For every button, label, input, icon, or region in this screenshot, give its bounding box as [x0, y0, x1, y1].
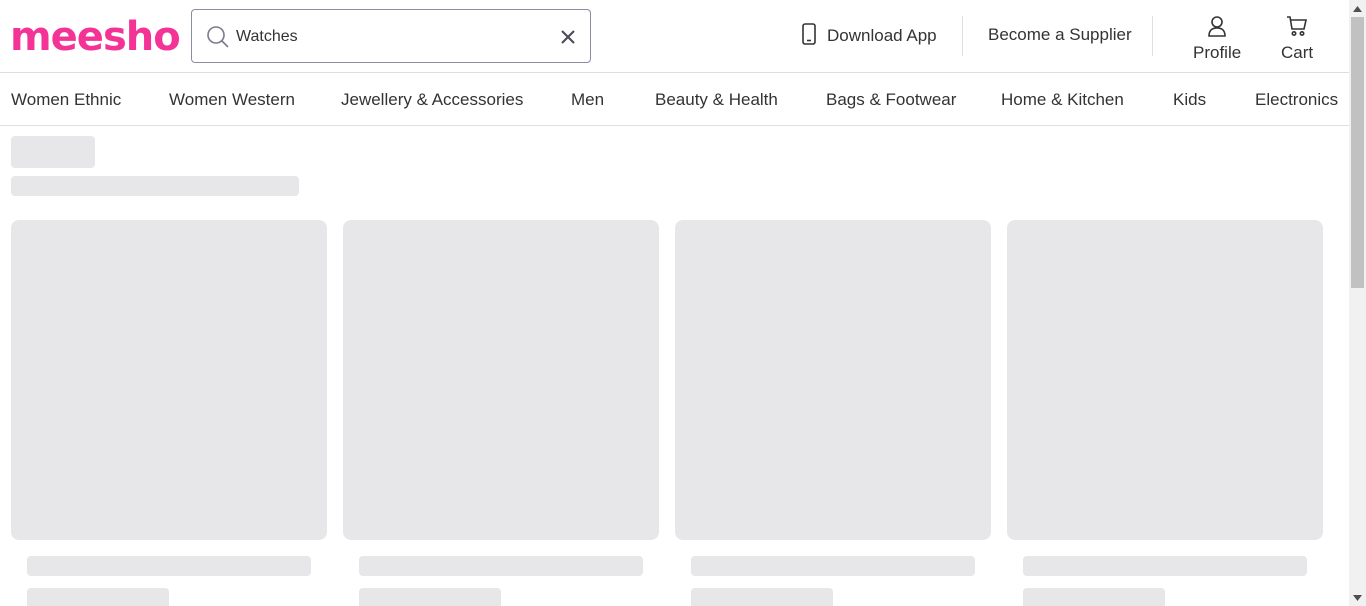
skeleton-product-image	[675, 220, 991, 540]
skeleton-product-name	[359, 556, 643, 576]
download-app-link[interactable]: Download App	[801, 22, 937, 50]
scroll-up-arrow-icon[interactable]	[1349, 0, 1366, 17]
nav-item-bags-footwear[interactable]: Bags & Footwear	[826, 90, 956, 110]
skeleton-product-name	[691, 556, 975, 576]
skeleton-product-price	[359, 588, 501, 606]
header-divider	[1152, 16, 1153, 56]
top-header: meesho Download App Become a Supplie	[0, 0, 1349, 73]
nav-item-beauty-health[interactable]: Beauty & Health	[655, 90, 778, 110]
nav-item-women-ethnic[interactable]: Women Ethnic	[11, 90, 121, 110]
skeleton-product-price	[691, 588, 833, 606]
category-nav: Women Ethnic Women Western Jewellery & A…	[0, 73, 1349, 126]
header-divider	[962, 16, 963, 56]
skeleton-product-name	[27, 556, 311, 576]
search-input[interactable]	[236, 24, 546, 50]
skeleton-product-price	[27, 588, 169, 606]
profile-label: Profile	[1193, 43, 1242, 62]
meesho-logo[interactable]: meesho	[10, 12, 181, 62]
search-box[interactable]	[191, 9, 591, 63]
skeleton-product-name	[1023, 556, 1307, 576]
nav-item-kids[interactable]: Kids	[1173, 90, 1206, 110]
logo-text: meesho	[10, 14, 181, 60]
supplier-label: Become a Supplier	[988, 25, 1132, 44]
nav-item-men[interactable]: Men	[571, 90, 604, 110]
nav-item-electronics[interactable]: Electronics	[1255, 90, 1338, 110]
scrollbar-thumb[interactable]	[1351, 17, 1364, 288]
scroll-down-arrow-icon[interactable]	[1349, 589, 1366, 606]
cart-label: Cart	[1281, 43, 1314, 62]
mobile-phone-icon	[801, 22, 817, 50]
skeleton-product-image	[343, 220, 659, 540]
skeleton-product-image	[11, 220, 327, 540]
skeleton-subtitle	[11, 176, 299, 196]
download-app-label: Download App	[827, 26, 937, 45]
nav-item-home-kitchen[interactable]: Home & Kitchen	[1001, 90, 1124, 110]
skeleton-product-image	[1007, 220, 1323, 540]
skeleton-title	[11, 136, 95, 168]
search-icon	[206, 25, 230, 49]
cart-button[interactable]: Cart	[1281, 15, 1313, 63]
nav-item-jewellery[interactable]: Jewellery & Accessories	[341, 90, 523, 110]
become-supplier-link[interactable]: Become a Supplier	[988, 25, 1132, 45]
nav-item-women-western[interactable]: Women Western	[169, 90, 295, 110]
profile-button[interactable]: Profile	[1193, 15, 1241, 63]
cart-icon	[1286, 15, 1308, 43]
user-icon	[1206, 15, 1228, 43]
page-scrollbar[interactable]	[1349, 0, 1366, 606]
close-icon[interactable]	[558, 27, 578, 47]
skeleton-product-price	[1023, 588, 1165, 606]
